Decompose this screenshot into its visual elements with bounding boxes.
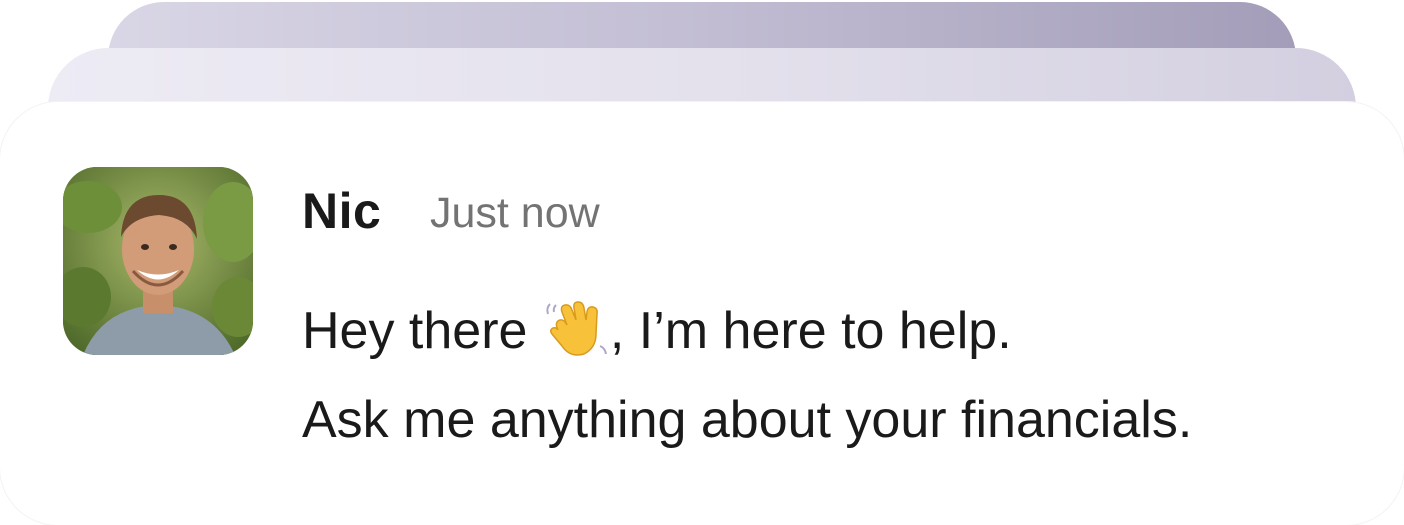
message-line-1-start: Hey there (302, 302, 542, 360)
avatar (63, 167, 253, 355)
message-line-1: Hey there , I’m here to help. (302, 300, 1012, 358)
message-line-1-end: , I’m here to help. (609, 302, 1012, 360)
message-card[interactable]: Nic Just now Hey there , I’m here to hel… (0, 102, 1404, 525)
notification-stack: Nic Just now Hey there , I’m here to hel… (0, 0, 1404, 525)
message-line-2: Ask me anything about your financials. (302, 391, 1193, 449)
waving-hand-icon (544, 300, 608, 358)
message-timestamp: Just now (430, 189, 600, 237)
sender-name: Nic (302, 183, 382, 239)
